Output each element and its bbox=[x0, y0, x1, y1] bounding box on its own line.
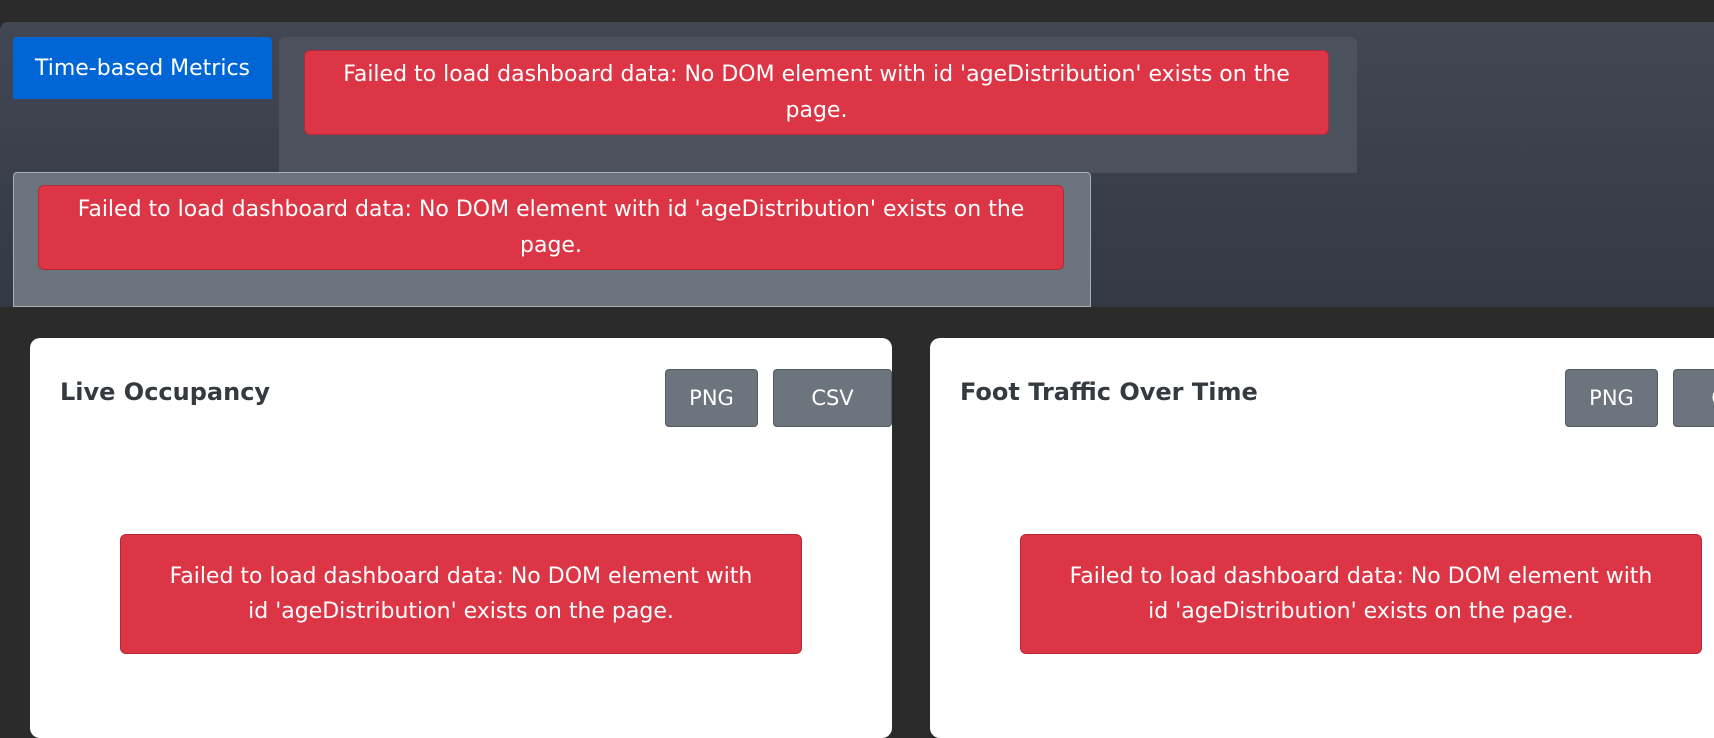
tab-content-panel: Failed to load dashboard data: No DOM el… bbox=[279, 37, 1357, 173]
error-alert: Failed to load dashboard data: No DOM el… bbox=[304, 50, 1329, 135]
error-alert-text: Failed to load dashboard data: No DOM el… bbox=[1069, 563, 1653, 624]
metrics-panel: Failed to load dashboard data: No DOM el… bbox=[13, 172, 1091, 307]
card-title: Foot Traffic Over Time bbox=[960, 378, 1258, 406]
live-occupancy-card: Live Occupancy PNG CSV Failed to load da… bbox=[30, 338, 892, 738]
card-error-alert: Failed to load dashboard data: No DOM el… bbox=[120, 534, 802, 654]
error-alert-text: Failed to load dashboard data: No DOM el… bbox=[169, 563, 753, 624]
card-error-alert: Failed to load dashboard data: No DOM el… bbox=[1020, 534, 1702, 654]
png-export-button[interactable]: PNG bbox=[1565, 369, 1658, 427]
error-alert: Failed to load dashboard data: No DOM el… bbox=[38, 185, 1064, 270]
error-alert-text: Failed to load dashboard data: No DOM el… bbox=[343, 62, 1290, 123]
foot-traffic-card: Foot Traffic Over Time PNG CSV Failed to… bbox=[930, 338, 1714, 738]
tab-time-based-metrics[interactable]: Time-based Metrics bbox=[13, 37, 272, 99]
error-alert-text: Failed to load dashboard data: No DOM el… bbox=[77, 197, 1025, 258]
card-title: Live Occupancy bbox=[60, 378, 271, 406]
csv-export-button[interactable]: CSV bbox=[773, 369, 892, 427]
png-export-button[interactable]: PNG bbox=[665, 369, 758, 427]
csv-export-button[interactable]: CSV bbox=[1673, 369, 1714, 427]
